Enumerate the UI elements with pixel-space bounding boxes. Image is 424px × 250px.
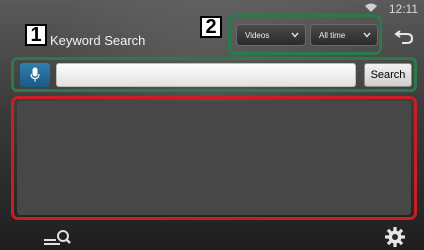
gear-icon[interactable] (384, 226, 406, 248)
chevron-down-icon (363, 32, 371, 38)
callout-label-2: 2 (200, 16, 222, 38)
page-title: Keyword Search (50, 33, 146, 48)
back-icon[interactable] (394, 28, 414, 44)
callout-label-1: 1 (25, 24, 47, 46)
keyword-input[interactable] (56, 63, 356, 87)
media-type-dropdown[interactable]: Videos (236, 24, 306, 46)
wifi-icon (365, 3, 377, 12)
results-list[interactable] (17, 101, 411, 215)
search-button[interactable]: Search (364, 63, 412, 87)
voice-search-button[interactable] (20, 63, 50, 87)
search-menu-icon[interactable] (42, 228, 72, 248)
microphone-icon (30, 67, 40, 82)
chevron-down-icon (291, 32, 299, 38)
time-period-dropdown[interactable]: All time (310, 24, 378, 46)
time-period-value: All time (319, 30, 346, 40)
media-type-value: Videos (245, 30, 270, 40)
status-time: 12:11 (388, 2, 418, 16)
